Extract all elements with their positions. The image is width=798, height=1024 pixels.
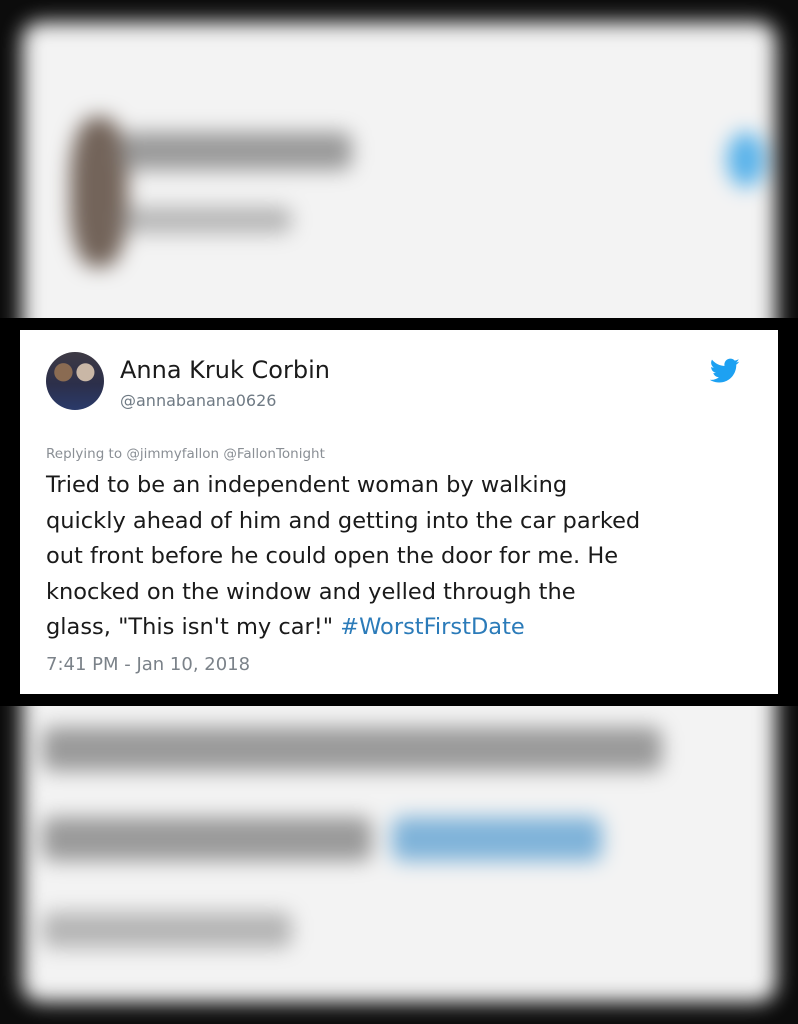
tweet-timestamp[interactable]: 7:41 PM - Jan 10, 2018	[46, 654, 250, 675]
tweet-text: Tried to be an independent woman by walk…	[46, 468, 756, 646]
replying-mentions[interactable]: @jimmyfallon @FallonTonight	[126, 446, 324, 462]
blurred-bird-icon	[727, 132, 765, 187]
blurred-avatar	[70, 117, 128, 267]
blurred-timestamp	[42, 912, 292, 948]
blurred-name	[122, 132, 352, 170]
display-name[interactable]: Anna Kruk Corbin	[120, 356, 330, 384]
tweet-card: Anna Kruk Corbin @annabanana0626 Replyin…	[20, 330, 778, 694]
replying-to: Replying to @jimmyfallon @FallonTonight	[46, 446, 325, 462]
blurred-handle	[122, 207, 292, 233]
blurred-text-line	[42, 727, 662, 771]
blurred-text-line	[42, 817, 372, 861]
blurred-hashtag	[392, 817, 602, 861]
twitter-bird-icon[interactable]	[710, 358, 740, 384]
user-handle[interactable]: @annabanana0626	[120, 391, 276, 410]
replying-label: Replying to	[46, 446, 123, 462]
hashtag-link[interactable]: #WorstFirstDate	[340, 614, 524, 640]
avatar[interactable]	[46, 352, 104, 410]
